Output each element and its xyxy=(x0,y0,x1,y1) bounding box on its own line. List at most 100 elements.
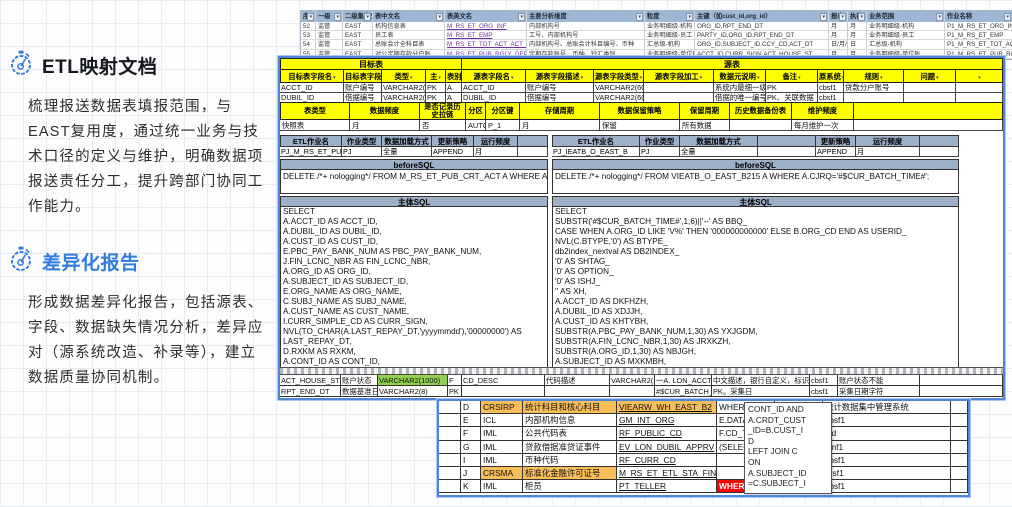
table-cell: 作业类型 xyxy=(342,135,382,147)
table-cell: PJ_IEATB_O_EAST_B xyxy=(552,147,640,157)
table-cell: E xyxy=(461,414,481,427)
table-link-cell[interactable]: M_RS_ET_ORG_INF xyxy=(445,22,527,31)
table-cell xyxy=(951,401,968,414)
table-cell: A.ACCT_ID AS DKFHZH, xyxy=(553,297,958,307)
table-cell: E.ORG_NAME AS ORG_NAME, xyxy=(281,287,547,297)
table-cell xyxy=(920,375,1003,386)
table-cell: A xyxy=(446,93,462,102)
mapping-rows: ACCT_ID账户编号VARCHAR2(60)PKAACCT_ID账户编号VAR… xyxy=(280,83,1003,102)
table-cell: ACT_HOUSE_STS xyxy=(280,375,341,386)
table-link-cell[interactable]: PT_TELLER xyxy=(617,480,717,493)
group-source-table: 源表 xyxy=(462,58,1003,69)
main-sql-contents: SELECTA.ACCT_ID AS ACCT_ID,A.DUBIL_ID AS… xyxy=(280,207,1003,367)
table-cell: 借据编号 xyxy=(344,93,382,102)
sheet-header-row: 序一级二级集市分类表中文名表英文名主要分析维度粒度主键（如cust_id,org… xyxy=(301,11,1012,22)
table-cell: 内部机构号、总账会计科目编号、币种 xyxy=(527,40,645,49)
table-cell: '0' AS ISHJ_ xyxy=(553,277,958,287)
section-title: ETL映射文档 xyxy=(42,52,157,79)
table-link-cell[interactable]: M_RS_ET_EMP xyxy=(445,31,527,40)
table-cell: DUBIL_ID xyxy=(462,93,526,102)
table-cell: 存储周期 xyxy=(520,102,600,120)
table-cell xyxy=(904,83,956,93)
table-cell: SUBSTR(A.FIN_LCNC_NBR,1,30) AS JRXKZH, xyxy=(553,337,958,347)
etl-mapping-panel: 目标表 源表 目标表字段名目标表字段描述类型主表别源表字段名源表字段描述源表字段… xyxy=(278,56,1005,400)
table-cell: A.CUST_ID AS CUST_ID, xyxy=(281,237,547,247)
table-cell: P1_M_RS_ET_EMP xyxy=(945,31,1012,40)
table-cell: VARCHAR2(1( xyxy=(610,375,655,386)
table-cell: 数据加载方式 xyxy=(680,135,758,147)
table-cell: 表英文名 xyxy=(445,11,527,22)
table-cell: F xyxy=(461,427,481,440)
table-cell: 运行频度 xyxy=(856,135,920,147)
table-cell xyxy=(920,386,1003,397)
table-link-cell[interactable]: RF_CURR_CD xyxy=(617,454,717,467)
sheet-body-rows: 52监管EAST机构信息表M_RS_ET_ORG_INF内部机构号业务明细级-机… xyxy=(301,22,1012,59)
table-cell: VARCHAR2(60) xyxy=(594,93,644,102)
table-cell: J xyxy=(461,467,481,480)
table-link-cell[interactable]: VIEARW_WH_EAST_B2 xyxy=(617,401,717,414)
table-cell: 机构信息表 xyxy=(373,22,445,31)
table-cell xyxy=(644,93,714,102)
table-cell: 工号、内部机构号 xyxy=(527,31,645,40)
table-cell: 借据的唯一编号 xyxy=(714,93,766,102)
table-cell: PK xyxy=(426,93,446,102)
stopwatch-icon xyxy=(8,50,34,81)
table-cell: AUTO xyxy=(466,120,486,131)
table-cell: 备注 xyxy=(766,69,818,83)
table-cell: cbsf1 xyxy=(818,83,844,93)
table-cell: SELECT xyxy=(281,207,547,217)
table-cell: 所有数据 xyxy=(680,120,730,131)
table-cell: 员工表 xyxy=(373,31,445,40)
table-cell xyxy=(439,414,461,427)
table-attr-header-row: 表类型数据频度是否记录历史拉链分区分区键存储周期数据保留策略保留周期历史数据备份… xyxy=(280,102,1003,120)
table-link-cell[interactable]: EV_LON_DUBIL_APPRV xyxy=(617,441,717,454)
table-cell: std xyxy=(823,427,951,440)
table-link-cell[interactable]: GM_INT_ORG xyxy=(617,414,717,427)
table-cell: 业务明细级-员工 xyxy=(645,31,695,40)
table-link-cell[interactable]: RF_PUBLIC_CD xyxy=(617,427,717,440)
table-cell: 保留 xyxy=(600,120,680,131)
group-target-table: 目标表 xyxy=(280,58,462,69)
table-cell: db2index_nextval AS DB2INDEX_ xyxy=(553,247,958,257)
table-cell: 日 xyxy=(848,40,867,49)
table-cell: A.CUST_ID AS KHTYBH, xyxy=(553,317,958,327)
table-link-cell[interactable]: M_RS_ET_ETL_STA_FIN_LIC xyxy=(617,467,717,480)
table-cell xyxy=(951,480,968,493)
table-cell: A xyxy=(446,83,462,93)
table-cell: DUBIL_ID xyxy=(280,93,344,102)
table-cell: 数据加载方式 xyxy=(382,135,432,147)
table-cell: A.ACCT_ID AS ACCT_ID, xyxy=(281,217,547,227)
table-cell: 月 xyxy=(848,31,867,40)
table-cell: hrsf1 xyxy=(823,467,951,480)
table-cell: SELECT xyxy=(553,207,958,217)
table-cell xyxy=(518,147,548,157)
table-cell: CRSMA xyxy=(481,467,523,480)
table-cell: #$CUR_BATCH_T YYYYMMDD， xyxy=(655,386,712,397)
table-link-cell[interactable]: M_RS_ET_TOT_ACT_ACT_SBJ xyxy=(445,40,527,49)
table-cell: 公共代码表 xyxy=(523,427,617,440)
table-cell: 币种代码 xyxy=(523,454,617,467)
table-cell: 月 xyxy=(829,31,848,40)
section-title: 差异化报告 xyxy=(42,248,140,275)
mapping-header-row: 目标表字段名目标表字段描述类型主表别源表字段名源表字段描述源表字段类型源表字段加… xyxy=(280,69,1003,83)
etl-left-header: ETL作业名作业类型数据加载方式更新策略运行频度 xyxy=(280,135,548,147)
table-cell: A.DUBIL_ID AS XDJJH, xyxy=(553,307,958,317)
main-sql-band-left: 主体SQL xyxy=(280,196,548,207)
table-cell xyxy=(956,83,1003,93)
table-cell: 执行 xyxy=(848,11,867,22)
table-cell: 监管 xyxy=(316,40,343,49)
table-cell: 主 xyxy=(426,69,446,83)
table-cell: 业务明细级-员工 xyxy=(867,31,945,40)
table-cell: 内部机构信息 xyxy=(523,414,617,427)
table-cell: 每月维护一次 xyxy=(792,120,854,131)
table-cell: CASE WHEN A.ORG_ID LIKE 'V%' THEN '00000… xyxy=(553,227,958,237)
table-cell: PJ xyxy=(640,147,680,157)
table-cell: I.CURR_SIMPLE_CD AS CURR_SIGN, xyxy=(281,317,547,327)
table-cell: 数据元说明 xyxy=(714,69,766,83)
table-cell xyxy=(545,386,610,397)
source-tables-sheet: 序一级二级集市分类表中文名表英文名主要分析维度粒度主键（如cust_id,org… xyxy=(300,10,1012,60)
table-cell: VARCHAR2(8) xyxy=(378,386,448,397)
before-sql-right: DELETE /*+ nologging*/ FROM VIEATB_O_EAS… xyxy=(552,170,959,194)
table-cell: 表别 xyxy=(446,69,462,83)
table-cell: 作业类型 xyxy=(640,135,680,147)
